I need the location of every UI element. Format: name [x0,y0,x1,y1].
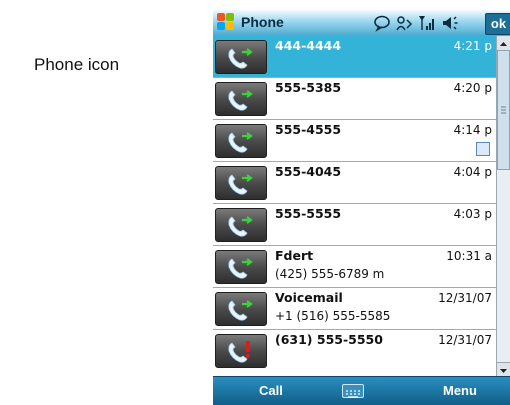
call-softkey[interactable]: Call [259,383,283,398]
call-time: 4:04 p [453,165,492,179]
missed-call-icon [228,341,250,363]
caller-name: Voicemail [275,290,343,305]
app-title: Phone [241,14,284,30]
caller-name: Fdert [275,248,314,263]
call-time: 10:31 a [446,249,492,263]
call-row[interactable]: 555-4555 4:14 p [213,120,496,162]
phone-handset-icon [228,90,253,111]
caller-name: 555-4555 [275,122,342,137]
call-time: 12/31/07 [438,291,492,305]
call-button[interactable] [215,82,267,116]
connectivity-icon[interactable] [395,14,413,32]
note-icon[interactable] [476,142,490,156]
call-time: 4:03 p [453,207,492,221]
message-icon[interactable] [373,14,391,32]
softkey-bar: Call Menu [213,376,510,405]
phone-screen: Phone ok 444-4444 4:21 p 555-5385 4:20 p… [213,10,510,405]
phone-handset-icon [228,132,253,153]
title-bar: Phone ok [213,10,510,37]
call-row[interactable]: 555-5385 4:20 p [213,78,496,120]
menu-softkey[interactable]: Menu [443,383,477,398]
call-history-list: 444-4444 4:21 p 555-5385 4:20 p 555-4555… [213,36,496,376]
call-button[interactable] [215,40,267,74]
call-row[interactable]: 444-4444 4:21 p [213,36,496,78]
scroll-down-arrow-icon[interactable] [497,362,510,377]
ok-button[interactable]: ok [485,13,510,35]
phone-handset-icon [228,258,253,279]
phone-handset-icon [228,300,253,321]
call-time: 4:14 p [453,123,492,137]
list-scrollbar[interactable] [496,36,510,377]
caller-number: (425) 555-6789 m [275,267,385,281]
volume-icon[interactable] [441,14,459,32]
scroll-up-arrow-icon[interactable] [497,36,510,51]
call-row[interactable]: Fdert 10:31 a (425) 555-6789 m [213,246,496,288]
signal-strength-icon[interactable] [418,14,436,32]
windows-start-icon[interactable] [217,13,235,31]
caller-name: 555-4045 [275,164,342,179]
call-button[interactable] [215,334,267,368]
call-button[interactable] [215,124,267,158]
call-button[interactable] [215,166,267,200]
call-row[interactable]: 555-5555 4:03 p [213,204,496,246]
call-time: 4:20 p [453,81,492,95]
phone-handset-icon [228,48,253,69]
caption-label: Phone icon [34,55,120,74]
call-button[interactable] [215,208,267,242]
call-row[interactable]: Voicemail 12/31/07 +1 (516) 555-5585 [213,288,496,330]
caller-name: 555-5555 [275,206,342,221]
caller-name: 444-4444 [275,38,342,53]
call-row[interactable]: 555-4045 4:04 p [213,162,496,204]
phone-handset-icon [228,216,253,237]
keyboard-icon[interactable] [342,384,364,398]
call-row[interactable]: (631) 555-5550 12/31/07 [213,330,496,376]
caller-name: 555-5385 [275,80,342,95]
scroll-thumb[interactable] [497,50,510,170]
call-button[interactable] [215,292,267,326]
phone-handset-icon [228,174,253,195]
call-button[interactable] [215,250,267,284]
call-time: 4:21 p [453,39,492,53]
call-time: 12/31/07 [438,333,492,347]
caller-number: +1 (516) 555-5585 [275,309,391,323]
caller-name: (631) 555-5550 [275,332,383,347]
